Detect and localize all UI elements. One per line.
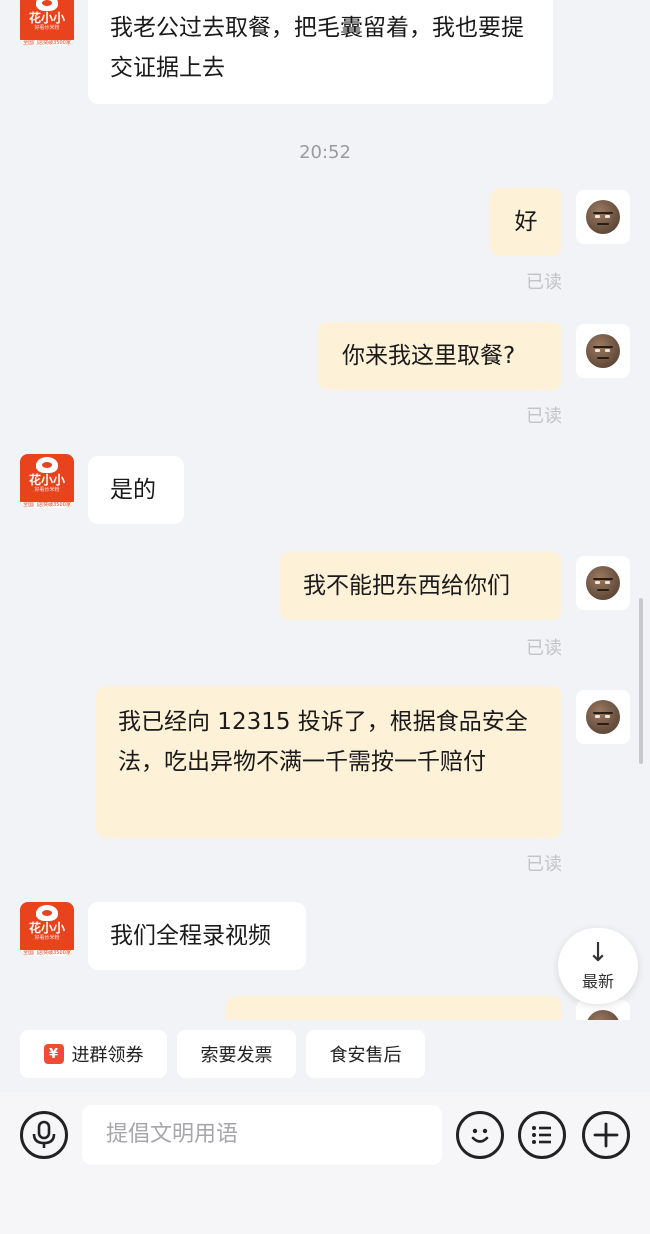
user-avatar-face-icon [586,334,620,368]
scrollbar[interactable] [639,598,643,764]
shop-logo-icon [36,905,58,921]
quick-reply-label: 索要发票 [200,1045,273,1066]
microphone-icon [32,1120,56,1148]
read-status: 已读 [526,272,562,293]
voice-button[interactable] [20,1111,68,1159]
shop-avatar[interactable]: 花小小 好看炒米粉 全国门店突破3500家 [20,902,74,956]
user-avatar-face-icon [586,200,620,234]
plus-icon [593,1122,619,1148]
quick-reply-food-safety[interactable]: 食安售后 [306,1030,425,1078]
quick-reply-bar: ¥ 进群领券 索要发票 食安售后 [0,1024,650,1086]
message-bubble-outgoing[interactable]: 我已经向 12315 投诉了，根据食品安全法，吃出异物不满一千需按一千赔付 [96,686,562,838]
emoji-button[interactable] [456,1111,504,1159]
quick-reply-join-group[interactable]: ¥ 进群领券 [20,1030,167,1078]
message-bubble-outgoing[interactable]: 我不能把东西给你们 [279,552,562,620]
input-bar: 提倡文明用语 [0,1092,650,1234]
user-avatar-face-icon [586,1010,620,1020]
shop-avatar-tagline: 好看炒米粉 [34,935,60,941]
message-bubble-outgoing-partial[interactable] [226,996,562,1020]
user-avatar[interactable] [576,556,630,610]
shop-logo-icon [36,457,58,473]
shop-avatar-tagline: 好看炒米粉 [34,25,60,31]
message-bubble-outgoing[interactable]: 好 [490,188,562,256]
arrow-down-icon: ↓ [587,938,609,968]
jump-to-latest-button[interactable]: ↓ 最新 [558,928,638,1004]
coupon-icon: ¥ [43,1044,64,1064]
message-bubble-incoming[interactable]: 我老公过去取餐，把毛囊留着，我也要提交证据上去 [88,0,553,104]
user-avatar[interactable] [576,190,630,244]
shop-logo-icon [36,0,58,11]
shop-avatar-badge: 全国门店突破3500家 [20,502,74,508]
user-avatar-face-icon [586,566,620,600]
shop-avatar[interactable]: 花小小 好看炒米粉 全国门店突破3500家 [20,454,74,508]
shop-avatar-name: 花小小 [28,11,65,25]
timestamp: 20:52 [299,142,351,163]
quick-reply-request-invoice[interactable]: 索要发票 [177,1030,296,1078]
quick-reply-label: 进群领券 [71,1045,144,1066]
read-status: 已读 [526,854,562,875]
read-status: 已读 [526,406,562,427]
shop-avatar[interactable]: 花小小 好看炒米粉 全国门店突破3500家 [20,0,74,46]
shop-avatar-badge: 全国门店突破3500家 [20,40,74,46]
chat-area[interactable]: 花小小 好看炒米粉 全国门店突破3500家 我老公过去取餐，把毛囊留着，我也要提… [0,0,650,1020]
shop-avatar-name: 花小小 [28,473,65,487]
quick-reply-label: 食安售后 [329,1045,402,1066]
user-avatar[interactable] [576,324,630,378]
menu-button[interactable] [518,1111,566,1159]
read-status: 已读 [526,638,562,659]
user-avatar-face-icon [586,700,620,734]
message-input[interactable]: 提倡文明用语 [82,1105,442,1165]
user-avatar[interactable] [576,690,630,744]
list-icon [532,1126,551,1144]
smiley-icon [471,1128,489,1143]
more-button[interactable] [582,1111,630,1159]
jump-to-latest-label: 最新 [581,972,614,991]
shop-avatar-tagline: 好看炒米粉 [34,487,60,493]
shop-avatar-badge: 全国门店突破3500家 [20,950,74,956]
message-bubble-incoming[interactable]: 我们全程录视频 [88,902,306,970]
shop-avatar-name: 花小小 [28,921,65,935]
message-bubble-incoming[interactable]: 是的 [88,456,184,524]
message-bubble-outgoing[interactable]: 你来我这里取餐? [318,322,562,390]
